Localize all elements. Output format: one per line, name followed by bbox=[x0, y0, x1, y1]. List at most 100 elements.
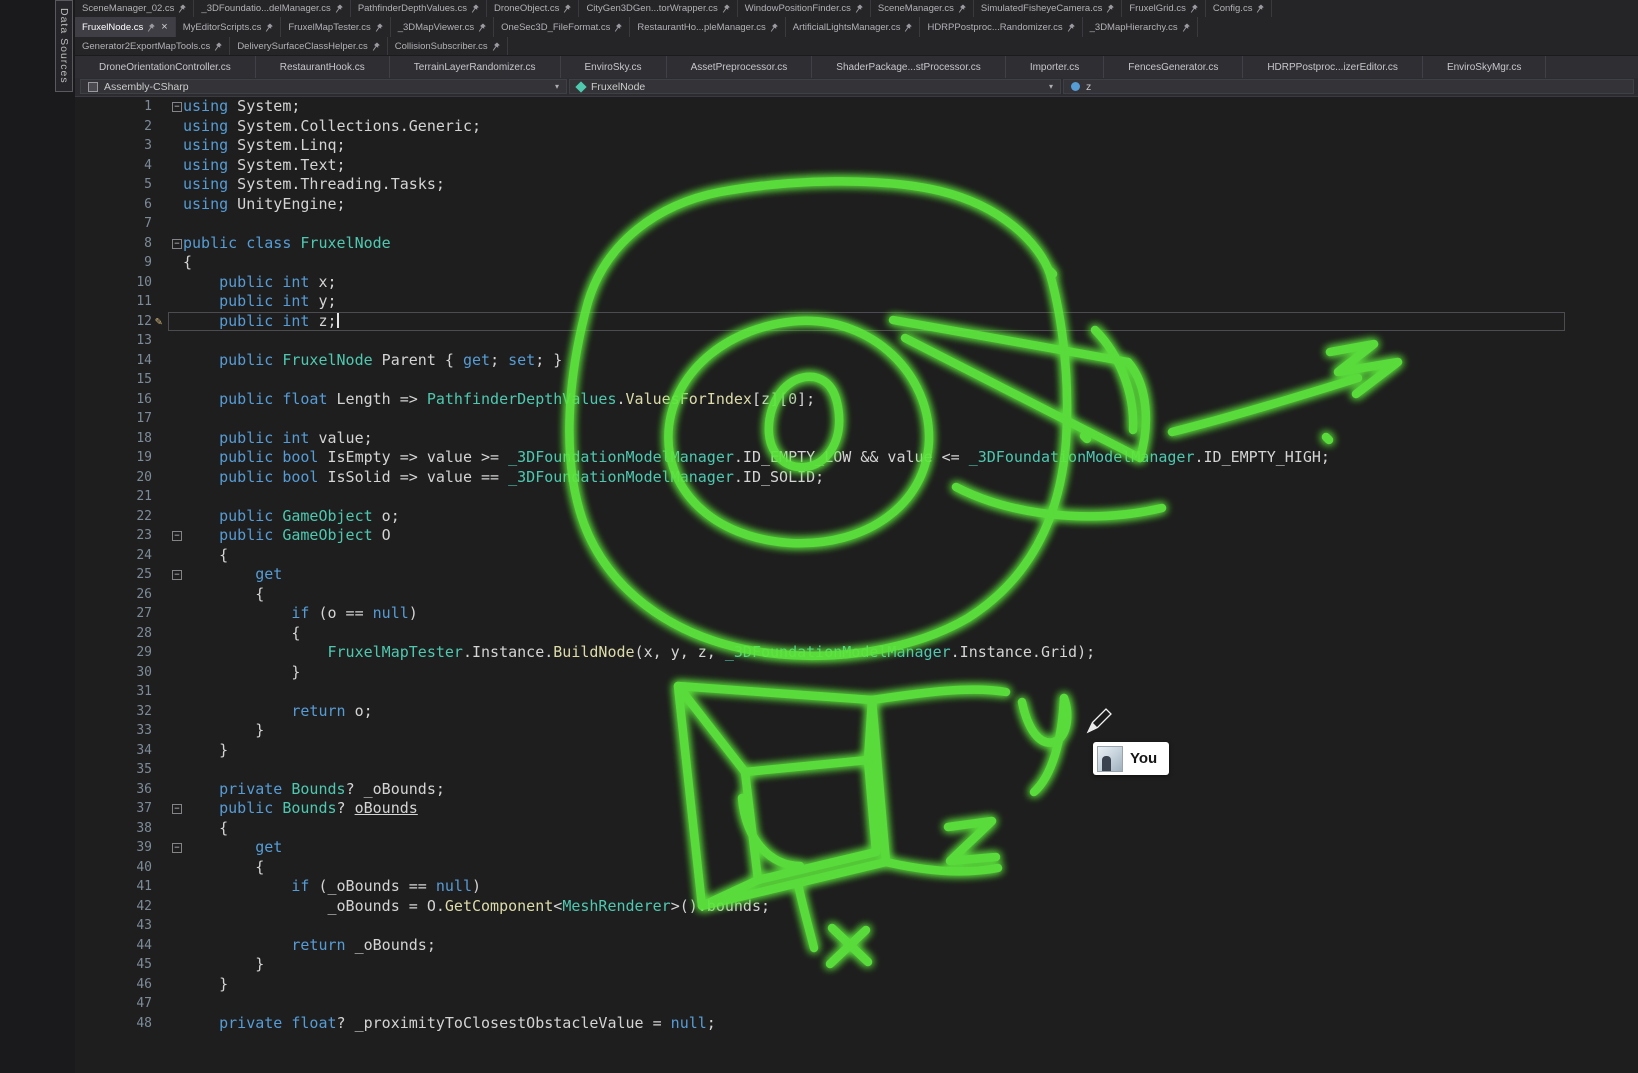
code-line[interactable]: 45 } bbox=[75, 955, 1638, 975]
code-line[interactable]: 1−using System; bbox=[75, 97, 1638, 117]
fold-marker-icon[interactable]: − bbox=[172, 239, 182, 249]
editor-tab[interactable]: Generator2ExportMapTools.cs bbox=[75, 37, 230, 55]
editor-tab[interactable]: DroneObject.cs bbox=[487, 0, 579, 17]
code-line[interactable]: 7 bbox=[75, 214, 1638, 234]
editor-tab[interactable]: _3DMapHierarchy.cs bbox=[1083, 17, 1198, 37]
pin-icon[interactable] bbox=[478, 23, 486, 32]
pin-icon[interactable] bbox=[1190, 4, 1198, 13]
code-line[interactable]: 43 bbox=[75, 916, 1638, 936]
editor-tab[interactable]: CityGen3DGen...torWrapper.cs bbox=[579, 0, 737, 17]
pin-icon[interactable] bbox=[904, 23, 912, 32]
fold-marker-icon[interactable]: − bbox=[172, 570, 182, 580]
editor-tab[interactable]: FruxelNode.cs× bbox=[75, 17, 176, 37]
pin-icon[interactable] bbox=[214, 42, 222, 51]
pin-icon[interactable] bbox=[372, 42, 380, 51]
code-line[interactable]: 13 bbox=[75, 331, 1638, 351]
fold-marker-icon[interactable]: − bbox=[172, 531, 182, 541]
pin-icon[interactable] bbox=[1106, 4, 1114, 13]
editor-tab[interactable]: EnviroSky.cs bbox=[561, 56, 667, 78]
code-line[interactable]: 24 { bbox=[75, 546, 1638, 566]
editor-tab[interactable]: WindowPositionFinder.cs bbox=[738, 0, 871, 17]
code-line[interactable]: 34 } bbox=[75, 741, 1638, 761]
code-line[interactable]: 19 public bool IsEmpty => value >= _3DFo… bbox=[75, 448, 1638, 468]
editor-tab[interactable]: FruxelGrid.cs bbox=[1122, 0, 1205, 17]
code-line[interactable]: 42 _oBounds = O.GetComponent<MeshRendere… bbox=[75, 897, 1638, 917]
data-sources-tab[interactable]: Data Sources bbox=[55, 0, 73, 92]
code-line[interactable]: 48 private float? _proximityToClosestObs… bbox=[75, 1014, 1638, 1034]
code-line[interactable]: 30 } bbox=[75, 663, 1638, 683]
code-line[interactable]: 16 public float Length => PathfinderDept… bbox=[75, 390, 1638, 410]
editor-tab[interactable]: DeliverySurfaceClassHelper.cs bbox=[230, 37, 387, 55]
code-line[interactable]: 28 { bbox=[75, 624, 1638, 644]
editor-tab[interactable]: ArtificialLightsManager.cs bbox=[786, 17, 921, 37]
pin-icon[interactable] bbox=[1067, 23, 1075, 32]
editor-tab[interactable]: Config.cs bbox=[1206, 0, 1273, 17]
pin-icon[interactable] bbox=[1182, 23, 1190, 32]
code-line[interactable]: 25− get bbox=[75, 565, 1638, 585]
editor-tab[interactable]: FruxelMapTester.cs bbox=[281, 17, 390, 37]
pin-icon[interactable] bbox=[335, 4, 343, 13]
member-dropdown[interactable]: z bbox=[1063, 79, 1634, 94]
editor-tab[interactable]: MyEditorScripts.cs bbox=[176, 17, 282, 37]
code-line[interactable]: 40 { bbox=[75, 858, 1638, 878]
project-dropdown[interactable]: Assembly-CSharp ▾ bbox=[80, 79, 567, 94]
editor-tab[interactable]: DroneOrientationController.cs bbox=[75, 56, 256, 78]
editor-tab[interactable]: SimulatedFisheyeCamera.cs bbox=[974, 0, 1122, 17]
editor-tab[interactable]: EnviroSkyMgr.cs bbox=[1423, 56, 1546, 78]
code-line[interactable]: 20 public bool IsSolid => value == _3DFo… bbox=[75, 468, 1638, 488]
code-line[interactable]: 9{ bbox=[75, 253, 1638, 273]
editor-tab[interactable]: PathfinderDepthValues.cs bbox=[351, 0, 487, 17]
editor-tab[interactable]: RestaurantHo...pleManager.cs bbox=[630, 17, 785, 37]
code-editor[interactable]: 1−using System;2using System.Collections… bbox=[75, 97, 1638, 1073]
code-line[interactable]: 47 bbox=[75, 994, 1638, 1014]
pin-icon[interactable] bbox=[471, 4, 479, 13]
code-line[interactable]: 36 private Bounds? _oBounds; bbox=[75, 780, 1638, 800]
code-line[interactable]: 17 bbox=[75, 409, 1638, 429]
pin-icon[interactable] bbox=[492, 42, 500, 51]
pin-icon[interactable] bbox=[614, 23, 622, 32]
close-icon[interactable]: × bbox=[161, 21, 167, 33]
editor-tab[interactable]: SceneManager.cs bbox=[871, 0, 974, 17]
pin-icon[interactable] bbox=[563, 4, 571, 13]
pin-icon[interactable] bbox=[147, 23, 155, 32]
code-line[interactable]: 14 public FruxelNode Parent { get; set; … bbox=[75, 351, 1638, 371]
editor-tab[interactable]: _3DMapViewer.cs bbox=[391, 17, 494, 37]
pin-icon[interactable] bbox=[178, 4, 186, 13]
code-line[interactable]: 11 public int y; bbox=[75, 292, 1638, 312]
code-line[interactable]: 39− get bbox=[75, 838, 1638, 858]
pin-icon[interactable] bbox=[855, 4, 863, 13]
code-line[interactable]: 29 FruxelMapTester.Instance.BuildNode(x,… bbox=[75, 643, 1638, 663]
editor-tab[interactable]: OneSec3D_FileFormat.cs bbox=[494, 17, 630, 37]
code-line[interactable]: 46 } bbox=[75, 975, 1638, 995]
fold-marker-icon[interactable]: − bbox=[172, 804, 182, 814]
editor-tab[interactable]: FencesGenerator.cs bbox=[1104, 56, 1243, 78]
pin-icon[interactable] bbox=[375, 23, 383, 32]
pin-icon[interactable] bbox=[1256, 4, 1264, 13]
editor-tab[interactable]: Importer.cs bbox=[1006, 56, 1104, 78]
code-line[interactable]: 37− public Bounds? oBounds bbox=[75, 799, 1638, 819]
code-line[interactable]: 15 bbox=[75, 370, 1638, 390]
code-line[interactable]: 33 } bbox=[75, 721, 1638, 741]
code-line[interactable]: 44 return _oBounds; bbox=[75, 936, 1638, 956]
code-line[interactable]: 3using System.Linq; bbox=[75, 136, 1638, 156]
code-line[interactable]: 31 bbox=[75, 682, 1638, 702]
code-line[interactable]: 23− public GameObject O bbox=[75, 526, 1638, 546]
pin-icon[interactable] bbox=[958, 4, 966, 13]
pin-icon[interactable] bbox=[265, 23, 273, 32]
editor-tab[interactable]: TerrainLayerRandomizer.cs bbox=[390, 56, 561, 78]
editor-tab[interactable]: _3DFoundatio...delManager.cs bbox=[194, 0, 350, 17]
code-line[interactable]: 6using UnityEngine; bbox=[75, 195, 1638, 215]
code-line[interactable]: 32 return o; bbox=[75, 702, 1638, 722]
editor-tab[interactable]: SceneManager_02.cs bbox=[75, 0, 194, 17]
type-dropdown[interactable]: FruxelNode ▾ bbox=[569, 79, 1061, 94]
code-line[interactable]: 12✎ public int z; bbox=[75, 312, 1638, 332]
editor-tab[interactable]: AssetPreprocessor.cs bbox=[667, 56, 813, 78]
code-line[interactable]: 35 bbox=[75, 760, 1638, 780]
code-line[interactable]: 21 bbox=[75, 487, 1638, 507]
code-line[interactable]: 18 public int value; bbox=[75, 429, 1638, 449]
code-line[interactable]: 2using System.Collections.Generic; bbox=[75, 117, 1638, 137]
code-line[interactable]: 10 public int x; bbox=[75, 273, 1638, 293]
editor-tab[interactable]: RestaurantHook.cs bbox=[256, 56, 390, 78]
editor-tab[interactable]: HDRPPostproc...Randomizer.cs bbox=[920, 17, 1082, 37]
editor-tab[interactable]: ShaderPackage...stProcessor.cs bbox=[812, 56, 1006, 78]
